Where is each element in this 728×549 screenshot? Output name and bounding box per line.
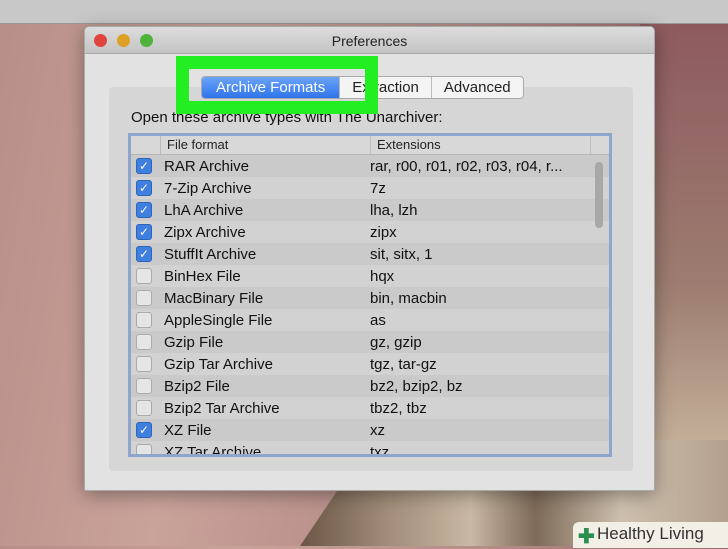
watermark-logo: ✚ Healthy Living	[573, 522, 728, 548]
format-name: BinHex File	[164, 267, 241, 285]
format-extensions: 7z	[370, 179, 386, 197]
format-name: XZ Tar Archive	[164, 443, 262, 457]
format-name: Zipx Archive	[164, 223, 246, 241]
column-header-extensions[interactable]: Extensions	[371, 136, 591, 154]
table-row[interactable]: ✓ 7-Zip Archive 7z	[131, 177, 609, 199]
title-bar[interactable]: Preferences	[85, 27, 654, 54]
format-name: RAR Archive	[164, 157, 250, 175]
table-row[interactable]: ✓ Zipx Archive zipx	[131, 221, 609, 243]
format-checkbox[interactable]: ✓	[136, 224, 152, 240]
format-checkbox[interactable]	[136, 444, 152, 454]
format-extensions: hqx	[370, 267, 395, 285]
window-title: Preferences	[331, 33, 408, 49]
format-extensions: bz2, bzip2, bz	[370, 377, 463, 395]
format-checkbox[interactable]	[136, 378, 152, 394]
format-name: 7-Zip Archive	[164, 179, 252, 197]
table-row[interactable]: Bzip2 Tar Archive tbz2, tbz	[131, 397, 609, 419]
table-row[interactable]: Gzip File gz, gzip	[131, 331, 609, 353]
preferences-window: Preferences Archive Formats Extraction A…	[84, 26, 655, 491]
format-extensions: bin, macbin	[370, 289, 447, 307]
table-row[interactable]: Bzip2 File bz2, bzip2, bz	[131, 375, 609, 397]
formats-table: File format Extensions ✓ RAR Archive rar, …	[128, 133, 612, 457]
format-checkbox[interactable]	[136, 356, 152, 372]
format-extensions: tbz2, tbz	[370, 399, 427, 417]
table-row[interactable]: BinHex File hqx	[131, 265, 609, 287]
format-name: Gzip File	[164, 333, 224, 351]
format-name: Bzip2 Tar Archive	[164, 399, 280, 417]
table-row[interactable]: Gzip Tar Archive tgz, tar-gz	[131, 353, 609, 375]
checkbox-column-header[interactable]	[131, 136, 161, 154]
format-name: StuffIt Archive	[164, 245, 257, 263]
format-checkbox[interactable]	[136, 312, 152, 328]
table-row[interactable]: MacBinary File bin, macbin	[131, 287, 609, 309]
format-extensions: gz, gzip	[370, 333, 422, 351]
tab-advanced[interactable]: Advanced	[432, 77, 523, 98]
format-checkbox[interactable]: ✓	[136, 180, 152, 196]
column-header-format[interactable]: File format	[161, 136, 371, 154]
format-extensions: txz	[370, 443, 390, 457]
format-extensions: lha, lzh	[370, 201, 418, 219]
table-row[interactable]: ✓ StuffIt Archive sit, sitx, 1	[131, 243, 609, 265]
format-checkbox[interactable]	[136, 400, 152, 416]
format-extensions: as	[370, 311, 386, 329]
format-extensions: rar, r00, r01, r02, r03, r04, r...	[370, 157, 563, 175]
scrollbar[interactable]	[595, 162, 603, 228]
table-row[interactable]: ✓ LhA Archive lha, lzh	[131, 199, 609, 221]
plus-icon: ✚	[578, 526, 595, 548]
format-name: Bzip2 File	[164, 377, 230, 395]
table-row[interactable]: AppleSingle File as	[131, 309, 609, 331]
table-body: ✓ RAR Archive rar, r00, r01, r02, r03, r04…	[131, 155, 609, 457]
format-checkbox[interactable]: ✓	[136, 158, 152, 174]
format-name: LhA Archive	[164, 201, 244, 219]
format-extensions: zipx	[370, 223, 397, 241]
format-name: AppleSingle File	[164, 311, 273, 329]
format-checkbox[interactable]: ✓	[136, 202, 152, 218]
format-checkbox[interactable]	[136, 334, 152, 350]
format-name: MacBinary File	[164, 289, 264, 307]
format-name: XZ File	[164, 421, 212, 439]
menu-bar	[0, 0, 728, 24]
format-name: Gzip Tar Archive	[164, 355, 273, 373]
format-checkbox[interactable]	[136, 268, 152, 284]
highlight-box	[176, 56, 378, 114]
format-extensions: tgz, tar-gz	[370, 355, 437, 373]
table-row[interactable]: ✓ RAR Archive rar, r00, r01, r02, r03, r04…	[131, 155, 609, 177]
table-header: File format Extensions	[131, 136, 609, 155]
format-checkbox[interactable]: ✓	[136, 246, 152, 262]
format-checkbox[interactable]: ✓	[136, 422, 152, 438]
table-row[interactable]: XZ Tar Archive txz	[131, 441, 609, 457]
format-checkbox[interactable]	[136, 290, 152, 306]
format-extensions: sit, sitx, 1	[370, 245, 433, 263]
format-extensions: xz	[370, 421, 385, 439]
table-row[interactable]: ✓ XZ File xz	[131, 419, 609, 441]
